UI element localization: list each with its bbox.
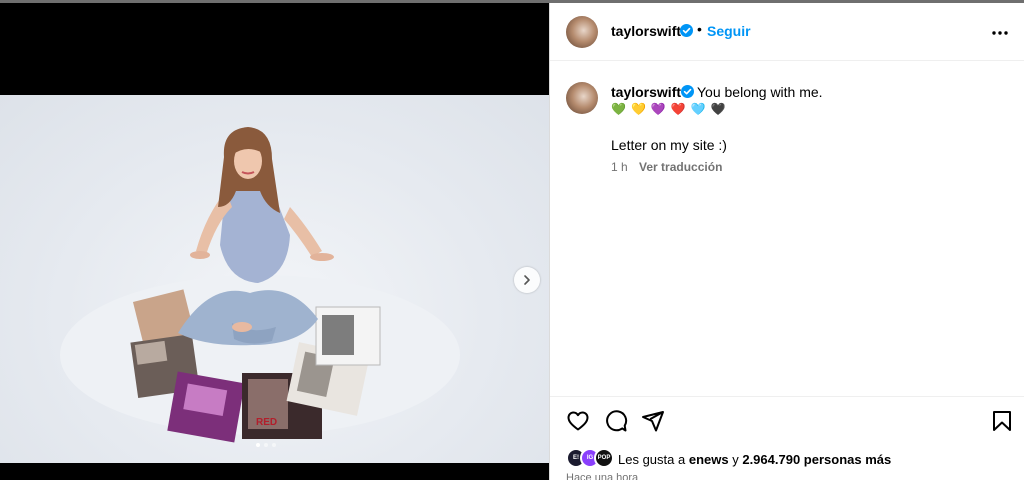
comment-icon[interactable] (604, 409, 628, 433)
separator-dot: • (697, 21, 702, 37)
album-red-text: RED (256, 417, 277, 428)
verified-badge-icon (681, 85, 694, 98)
verified-badge-icon (680, 24, 693, 37)
post-actions: E! IG POP Les gusta a enews y 2.964.790 … (550, 396, 1024, 480)
carousel-dot-active (256, 443, 260, 447)
caption-meta: 1 h Ver traducción (611, 160, 722, 174)
carousel-dot (264, 443, 268, 447)
carousel-indicator (256, 443, 276, 447)
next-slide-button[interactable] (514, 267, 540, 293)
chevron-right-icon (524, 275, 530, 285)
post-photo: RED (0, 95, 549, 463)
share-icon[interactable] (641, 409, 665, 433)
purple-heart-emoji: 💜 (650, 102, 668, 116)
caption-text: You belong with me. (697, 84, 823, 100)
green-heart-emoji: 💚 (611, 102, 628, 116)
author-username[interactable]: taylorswift (611, 23, 681, 39)
red-heart-emoji: ❤️ (670, 102, 688, 116)
caption-second-line: Letter on my site :) (611, 137, 727, 153)
post-header: taylorswift • Seguir (550, 3, 1024, 61)
seated-person (178, 127, 334, 346)
post-timestamp: Hace una hora (566, 472, 639, 480)
post-side-panel: taylorswift • Seguir taylorswift You bel… (549, 3, 1024, 480)
author-avatar[interactable] (566, 16, 598, 48)
caption-username[interactable]: taylorswift (611, 84, 681, 100)
see-translation-link[interactable]: Ver traducción (639, 160, 722, 174)
photo-illustration: RED (60, 127, 460, 443)
follow-button[interactable]: Seguir (707, 23, 751, 39)
caption-time: 1 h (611, 160, 628, 174)
likes-text: Les gusta a enews y 2.964.790 personas m… (618, 452, 892, 467)
liker-avatar[interactable]: POP (594, 448, 614, 468)
likes-summary[interactable]: E! IG POP Les gusta a enews y 2.964.790 … (566, 448, 1016, 470)
carousel-dot (272, 443, 276, 447)
caption-author-avatar[interactable] (566, 82, 598, 114)
bookmark-icon[interactable] (990, 409, 1014, 433)
other-likers-link[interactable]: 2.964.790 personas más (742, 452, 891, 467)
heart-icon[interactable] (566, 409, 590, 433)
light-blue-heart-emoji: 🩵 (690, 102, 708, 116)
yellow-heart-emoji: 💛 (630, 102, 648, 116)
first-liker-link[interactable]: enews (689, 452, 729, 467)
more-options-icon[interactable] (990, 23, 1010, 43)
post-media[interactable]: RED (0, 3, 549, 480)
black-heart-emoji: 🖤 (710, 102, 728, 116)
caption-heart-emojis: 💚 💛 💜 ❤️ 🩵 🖤 (611, 102, 731, 116)
